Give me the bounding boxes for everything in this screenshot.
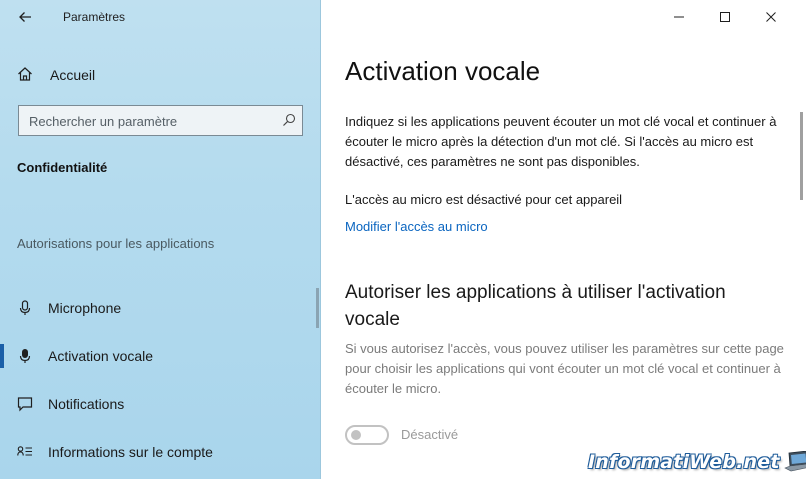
laptop-icon bbox=[783, 451, 806, 472]
toggle-state-label: Désactivé bbox=[401, 427, 459, 442]
title-bar-left: Paramètres bbox=[0, 0, 321, 34]
minimize-icon bbox=[674, 16, 684, 18]
maximize-icon bbox=[720, 12, 730, 22]
minimize-button[interactable] bbox=[656, 0, 702, 34]
sidebar: Paramètres Accueil Rechercher un paramèt… bbox=[0, 0, 321, 479]
watermark-text: InformatiWeb.net bbox=[588, 451, 780, 473]
sidebar-item-label: Notifications bbox=[48, 396, 125, 412]
search-input[interactable]: Rechercher un paramètre bbox=[18, 105, 303, 136]
back-button[interactable] bbox=[10, 4, 40, 30]
search-icon bbox=[283, 113, 296, 126]
sidebar-item-notifications[interactable]: Notifications bbox=[0, 384, 316, 424]
home-nav-item[interactable]: Accueil bbox=[0, 58, 321, 90]
active-indicator bbox=[0, 344, 4, 368]
allow-apps-heading: Autoriser les applications à utiliser l'… bbox=[345, 282, 726, 330]
sidebar-item-voice-activation[interactable]: Activation vocale bbox=[0, 336, 316, 376]
sidebar-item-account-info[interactable]: Informations sur le compte bbox=[0, 432, 316, 472]
mic-status-text: L'accès au micro est désactivé pour cet … bbox=[345, 192, 623, 207]
voice-activation-toggle[interactable] bbox=[345, 425, 389, 445]
notification-icon bbox=[17, 397, 33, 412]
sidebar-item-microphone[interactable]: Microphone bbox=[0, 288, 316, 328]
section-title: Confidentialité bbox=[17, 160, 108, 175]
sidebar-item-label: Microphone bbox=[48, 300, 122, 316]
sidebar-item-label: Informations sur le compte bbox=[48, 444, 213, 460]
home-icon bbox=[18, 67, 32, 81]
microphone-icon bbox=[19, 349, 31, 363]
watermark: InformatiWeb.net bbox=[588, 448, 806, 476]
group-label: Autorisations pour les applications bbox=[17, 236, 215, 251]
microphone-icon bbox=[19, 300, 31, 315]
page-title: Activation vocale bbox=[345, 56, 541, 86]
close-button[interactable] bbox=[748, 0, 794, 34]
page-description: Indiquez si les applications peuvent éco… bbox=[345, 114, 777, 169]
main-scrollbar[interactable] bbox=[800, 112, 803, 200]
toggle-knob bbox=[351, 430, 361, 440]
back-arrow-icon bbox=[19, 12, 31, 22]
search-placeholder: Rechercher un paramètre bbox=[29, 114, 178, 129]
sidebar-scrollbar[interactable] bbox=[316, 288, 319, 328]
window-controls bbox=[656, 0, 806, 34]
account-info-icon bbox=[17, 446, 32, 456]
sidebar-item-label: Activation vocale bbox=[48, 348, 154, 364]
home-label: Accueil bbox=[50, 67, 96, 83]
allow-apps-description: Si vous autorisez l'accès, vous pouvez u… bbox=[345, 341, 784, 396]
app-title: Paramètres bbox=[63, 10, 126, 24]
close-icon bbox=[766, 12, 776, 22]
maximize-button[interactable] bbox=[702, 0, 748, 34]
change-mic-access-link[interactable]: Modifier l'accès au micro bbox=[345, 219, 488, 234]
